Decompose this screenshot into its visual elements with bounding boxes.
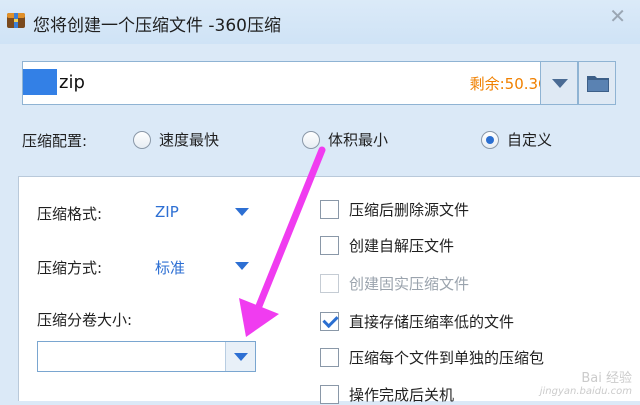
checkbox-delete-source[interactable]: 压缩后删除源文件 xyxy=(320,199,469,220)
radio-fastest[interactable]: 速度最快 xyxy=(133,129,219,150)
volume-size-combobox[interactable] xyxy=(37,341,256,372)
checkbox-store-low-ratio-label: 直接存储压缩率低的文件 xyxy=(349,313,515,331)
method-label: 压缩方式: xyxy=(37,259,103,277)
checkbox-store-low-ratio[interactable]: 直接存储压缩率低的文件 xyxy=(320,311,514,332)
app-logo-icon xyxy=(7,13,25,28)
radio-custom[interactable]: 自定义 xyxy=(481,129,552,150)
checkbox-store-low-ratio-box[interactable] xyxy=(320,312,339,331)
checkbox-shutdown-after-label: 操作完成后关机 xyxy=(349,386,455,404)
chevron-down-icon xyxy=(234,353,248,361)
format-label: 压缩格式: xyxy=(37,205,103,223)
file-name-suffix: zip xyxy=(59,71,85,93)
watermark-brand: Bai 经验 xyxy=(581,371,632,386)
folder-icon xyxy=(587,76,609,92)
radio-smallest-dot[interactable] xyxy=(302,130,320,149)
file-path-input[interactable]: zip 剩余:50.3GB xyxy=(22,61,573,105)
checkbox-separate-archives-label: 压缩每个文件到单独的压缩包 xyxy=(349,349,545,367)
title-bar: 您将创建一个压缩文件 -360压缩 ✕ xyxy=(0,0,640,44)
radio-fastest-label: 速度最快 xyxy=(159,131,220,149)
checkbox-shutdown-after[interactable]: 操作完成后关机 xyxy=(320,384,454,405)
watermark: Bai 经验 jingyan.baidu.com xyxy=(540,367,632,397)
method-chevron-down-icon[interactable] xyxy=(235,262,249,270)
format-chevron-down-icon[interactable] xyxy=(235,208,249,216)
window-title: 您将创建一个压缩文件 -360压缩 xyxy=(33,16,281,36)
radio-smallest-label: 体积最小 xyxy=(328,131,389,149)
checkbox-delete-source-box[interactable] xyxy=(320,200,339,219)
radio-custom-label: 自定义 xyxy=(507,131,553,149)
volume-size-dropdown-button[interactable] xyxy=(225,342,255,371)
checkbox-self-extracting-label: 创建自解压文件 xyxy=(349,237,455,255)
checkbox-self-extracting-box[interactable] xyxy=(320,236,339,255)
watermark-url: jingyan.baidu.com xyxy=(539,386,632,397)
checkbox-solid-archive-box xyxy=(320,274,339,293)
close-icon[interactable]: ✕ xyxy=(609,4,626,28)
file-name[interactable]: zip xyxy=(23,69,85,95)
compression-config-label: 压缩配置: xyxy=(22,132,88,150)
volume-size-label: 压缩分卷大小: xyxy=(37,311,133,329)
checkbox-separate-archives-box[interactable] xyxy=(320,348,339,367)
path-history-dropdown-button[interactable] xyxy=(540,61,578,105)
checkbox-self-extracting[interactable]: 创建自解压文件 xyxy=(320,235,454,256)
radio-smallest[interactable]: 体积最小 xyxy=(302,129,388,150)
selected-text-highlight xyxy=(23,69,57,95)
browse-folder-button[interactable] xyxy=(578,61,616,105)
checkbox-solid-archive-label: 创建固实压缩文件 xyxy=(349,275,470,293)
radio-custom-dot[interactable] xyxy=(481,130,499,149)
radio-fastest-dot[interactable] xyxy=(133,130,151,149)
checkbox-shutdown-after-box[interactable] xyxy=(320,385,339,404)
format-select[interactable]: ZIP xyxy=(155,203,179,221)
checkbox-separate-archives[interactable]: 压缩每个文件到单独的压缩包 xyxy=(320,347,544,368)
checkbox-delete-source-label: 压缩后删除源文件 xyxy=(349,201,470,219)
chevron-down-icon xyxy=(552,79,568,88)
checkbox-solid-archive: 创建固实压缩文件 xyxy=(320,273,469,294)
method-select[interactable]: 标准 xyxy=(155,257,185,278)
